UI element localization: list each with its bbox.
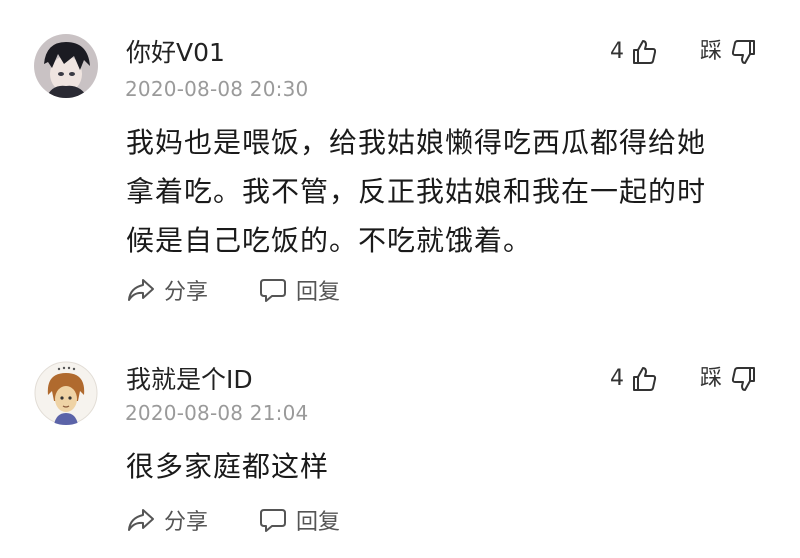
dislike-label: 踩 bbox=[700, 366, 723, 391]
comment-bubble-icon bbox=[260, 509, 286, 532]
reply-label: 回复 bbox=[296, 510, 341, 535]
reply-label: 回复 bbox=[296, 280, 341, 305]
comment-bubble-icon bbox=[260, 279, 286, 302]
username[interactable]: 你好V01 bbox=[126, 38, 225, 68]
like-button[interactable]: 4 bbox=[610, 365, 658, 393]
share-button[interactable]: 分享 bbox=[126, 274, 208, 306]
avatar[interactable] bbox=[34, 34, 98, 98]
comment-line: 候是自己吃饭的。不吃就饿着。 bbox=[126, 224, 533, 257]
comment-line: 我妈也是喂饭，给我姑娘懒得吃西瓜都得给她 bbox=[126, 126, 707, 159]
share-button[interactable]: 分享 bbox=[126, 504, 208, 536]
like-button[interactable]: 4 bbox=[610, 38, 658, 66]
avatar-image bbox=[34, 361, 98, 425]
comment-item: 我就是个ID 2020-08-08 21:04 4 踩 很多家庭都这样 分享 回… bbox=[0, 340, 800, 558]
dislike-button[interactable]: 踩 bbox=[700, 38, 758, 66]
like-count: 4 bbox=[610, 366, 624, 391]
comment-line: 很多家庭都这样 bbox=[126, 450, 330, 483]
thumbs-up-icon bbox=[633, 367, 657, 391]
comment-line: 拿着吃。我不管，反正我姑娘和我在一起的时 bbox=[126, 175, 707, 208]
share-label: 分享 bbox=[164, 280, 209, 305]
username[interactable]: 我就是个ID bbox=[126, 365, 253, 395]
avatar[interactable] bbox=[34, 361, 98, 425]
share-icon bbox=[128, 279, 154, 301]
like-count: 4 bbox=[610, 39, 624, 64]
comment-body: 我妈也是喂饭，给我姑娘懒得吃西瓜都得给她 拿着吃。我不管，反正我姑娘和我在一起的… bbox=[126, 118, 706, 265]
share-label: 分享 bbox=[164, 510, 209, 535]
dislike-label: 踩 bbox=[700, 39, 723, 64]
share-icon bbox=[128, 509, 154, 531]
thumbs-down-icon bbox=[731, 40, 756, 64]
thumbs-down-icon bbox=[731, 367, 756, 391]
dislike-button[interactable]: 踩 bbox=[700, 365, 758, 393]
avatar-image bbox=[34, 34, 98, 98]
comment-item: 你好V01 2020-08-08 20:30 4 踩 我妈也是喂饭，给我姑娘懒得… bbox=[0, 0, 800, 330]
reply-button[interactable]: 回复 bbox=[258, 274, 340, 306]
reply-button[interactable]: 回复 bbox=[258, 504, 340, 536]
comment-body: 很多家庭都这样 bbox=[126, 442, 329, 491]
timestamp: 2020-08-08 20:30 bbox=[125, 77, 309, 101]
thumbs-up-icon bbox=[633, 40, 657, 64]
timestamp: 2020-08-08 21:04 bbox=[125, 401, 309, 425]
